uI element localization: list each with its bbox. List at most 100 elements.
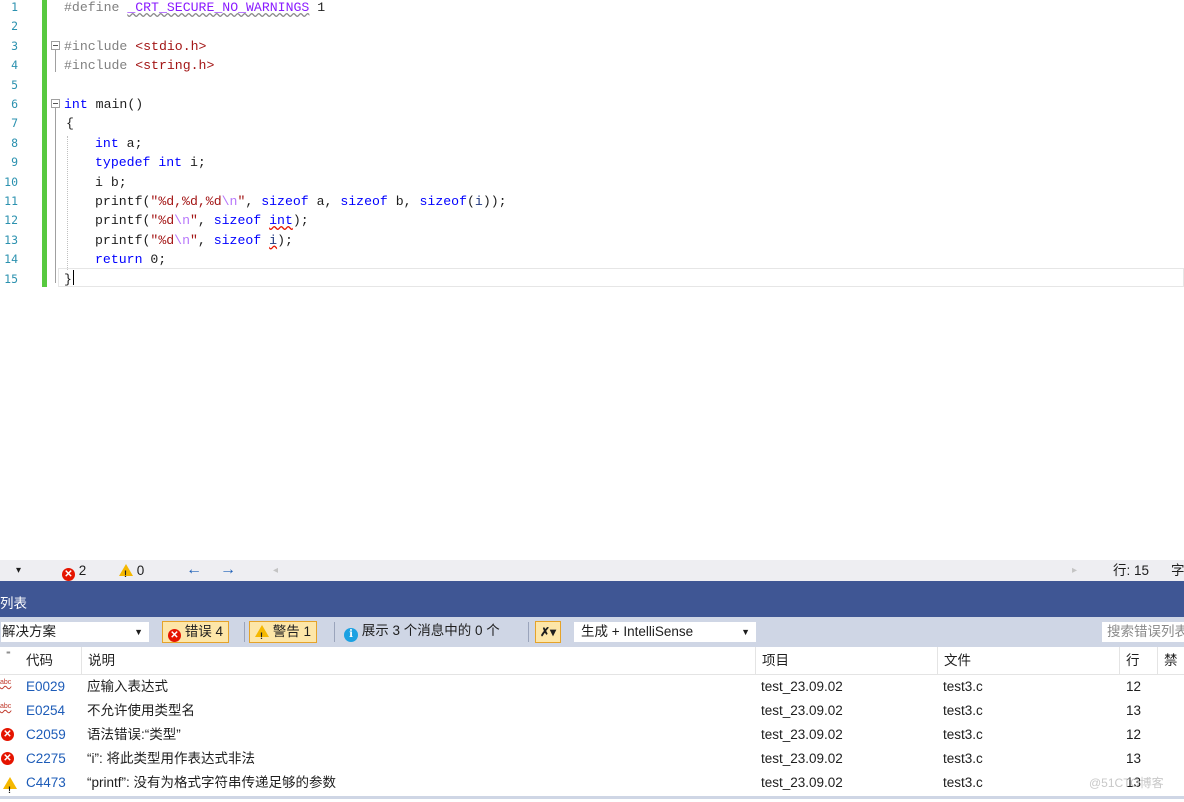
code-line-1: 1 #define _CRT_SECURE_NO_WARNINGS 1 — [0, 0, 1184, 17]
line-number: 12 — [4, 213, 18, 228]
error-project: test_23.09.02 — [761, 727, 843, 742]
error-line: 13 — [1126, 751, 1142, 766]
column-header-file[interactable]: 文件 — [937, 647, 1119, 674]
text-caret — [73, 270, 74, 285]
errors-filter-button[interactable]: ✕ 错误 4 — [162, 621, 230, 643]
sort-icon[interactable]: ⁼ — [0, 647, 20, 674]
code-line-6: 6 int main() — [0, 95, 1184, 114]
table-row[interactable]: C4473 “printf”: 没有为格式字符串传递足够的参数 test_23.… — [0, 771, 1184, 802]
error-list-title: 列表 — [0, 593, 1184, 617]
error-icon: ✕ — [62, 568, 75, 581]
error-code[interactable]: E0029 — [26, 675, 65, 699]
error-file: test3.c — [943, 727, 983, 742]
error-list-header: ⁼ 代码 说明 项目 文件 行 禁 — [0, 647, 1184, 675]
column-header-project[interactable]: 项目 — [755, 647, 937, 674]
error-line: 12 — [1126, 727, 1142, 742]
navigate-forward-icon[interactable]: → — [220, 560, 236, 579]
column-header-code[interactable]: 代码 — [20, 647, 82, 674]
code-text: printf("%d,%d,%d\n", sizeof a, sizeof b,… — [95, 194, 507, 209]
scroll-right-icon[interactable]: ▸ — [1072, 561, 1077, 580]
line-number: 3 — [11, 38, 18, 53]
abc-squiggle-icon: abc — [0, 679, 12, 686]
code-line-5: 5 — [0, 76, 1184, 95]
code-line-2: 2 — [0, 17, 1184, 36]
error-project: test_23.09.02 — [761, 679, 843, 694]
code-line-7: 7 { — [0, 114, 1184, 133]
error-file: test3.c — [943, 679, 983, 694]
error-icon: ✕ — [1, 728, 14, 741]
line-number: 1 — [11, 0, 18, 14]
line-number: 10 — [4, 174, 18, 189]
line-number: 5 — [11, 77, 18, 92]
toolbar-separator — [528, 622, 529, 642]
info-icon: i — [344, 628, 358, 642]
line-number: 9 — [11, 155, 18, 170]
error-description: 语法错误:“类型” — [87, 727, 181, 742]
column-header-line[interactable]: 行 — [1119, 647, 1157, 674]
code-text: typedef int i; — [95, 155, 206, 171]
error-code[interactable]: C4473 — [26, 771, 66, 795]
error-line: 12 — [1126, 679, 1142, 694]
toolbar-separator — [334, 622, 335, 642]
error-code[interactable]: C2275 — [26, 747, 66, 771]
warning-count-indicator[interactable]: 0 — [119, 561, 144, 584]
error-icon: ✕ — [1, 752, 14, 765]
code-text: #include <stdio.h> — [64, 38, 207, 54]
line-number: 14 — [4, 252, 18, 267]
line-number: 13 — [4, 232, 18, 247]
error-description: “printf”: 没有为格式字符串传递足够的参数 — [87, 775, 337, 790]
line-number: 11 — [4, 194, 18, 208]
code-text: int a; — [95, 135, 143, 151]
error-list-toolbar: 解决方案▼ ✕ 错误 4 警告 1 i 展示 3 个消息中的 0 个 ✗▾ 生成… — [0, 617, 1184, 647]
error-count-indicator[interactable]: ✕ 2 — [62, 561, 86, 581]
char-indicator: 字 — [1171, 563, 1184, 578]
line-number: 15 — [4, 271, 18, 286]
error-line: 13 — [1126, 703, 1142, 718]
error-code[interactable]: E0254 — [26, 699, 65, 723]
code-line-13: 13 printf("%d\n", sizeof i); — [0, 231, 1184, 250]
column-header-description[interactable]: 说明 — [81, 647, 755, 674]
chevron-down-icon: ▼ — [741, 627, 750, 637]
error-file: test3.c — [943, 751, 983, 766]
line-number: 4 — [11, 58, 18, 73]
warning-icon — [3, 777, 17, 802]
table-row[interactable]: abc E0029 应输入表达式 test_23.09.02 test3.c 1… — [0, 675, 1184, 699]
code-line-14: 14 return 0; — [0, 250, 1184, 269]
messages-filter-button[interactable]: i 展示 3 个消息中的 0 个 — [339, 621, 505, 643]
error-description: 不允许使用类型名 — [87, 703, 195, 718]
error-code[interactable]: C2059 — [26, 723, 66, 747]
code-text: } — [64, 271, 72, 287]
warnings-filter-button[interactable]: 警告 1 — [249, 621, 318, 646]
error-description: “i”: 将此类型用作表达式非法 — [87, 751, 255, 766]
code-editor[interactable]: 1 #define _CRT_SECURE_NO_WARNINGS 1 2 3 … — [0, 0, 1184, 560]
code-line-12: 12 printf("%d\n", sizeof int); — [0, 211, 1184, 230]
scroll-left-icon[interactable]: ◂ — [273, 561, 278, 580]
code-line-9: 9 typedef int i; — [0, 153, 1184, 172]
error-file: test3.c — [943, 775, 983, 790]
table-row[interactable]: abc E0254 不允许使用类型名 test_23.09.02 test3.c… — [0, 699, 1184, 723]
table-row[interactable]: ✕ C2275 “i”: 将此类型用作表达式非法 test_23.09.02 t… — [0, 747, 1184, 771]
code-line-3: 3 #include <stdio.h> — [0, 37, 1184, 56]
table-row[interactable]: ✕ C2059 语法错误:“类型” test_23.09.02 test3.c … — [0, 723, 1184, 747]
abc-squiggle-icon: abc — [0, 703, 12, 710]
scope-combo[interactable]: 解决方案 ▼ — [0, 621, 150, 643]
error-project: test_23.09.02 — [761, 703, 843, 718]
build-source-combo[interactable]: 生成 + IntelliSense ▼ — [573, 621, 757, 643]
line-number: 2 — [11, 19, 18, 34]
code-text: int main() — [64, 97, 144, 112]
search-input[interactable]: 搜索错误列表 — [1101, 621, 1184, 643]
zoom-dropdown-icon[interactable]: ▾ — [16, 561, 21, 580]
navigate-back-icon[interactable]: ← — [186, 560, 202, 579]
error-squiggle: int — [269, 213, 293, 229]
line-number: 8 — [11, 135, 18, 150]
code-text: #include <string.h> — [64, 58, 215, 74]
error-project: test_23.09.02 — [761, 775, 843, 790]
code-line-10: 10 i b; — [0, 173, 1184, 192]
error-squiggle: i — [269, 232, 278, 248]
code-text: printf("%d\n", sizeof i); — [95, 232, 293, 248]
code-text: { — [66, 116, 74, 132]
code-text: printf("%d\n", sizeof int); — [95, 213, 309, 229]
column-header-suppress[interactable]: 禁 — [1157, 647, 1184, 674]
line-number: 6 — [11, 97, 18, 111]
filter-icon[interactable]: ✗▾ — [535, 621, 561, 643]
